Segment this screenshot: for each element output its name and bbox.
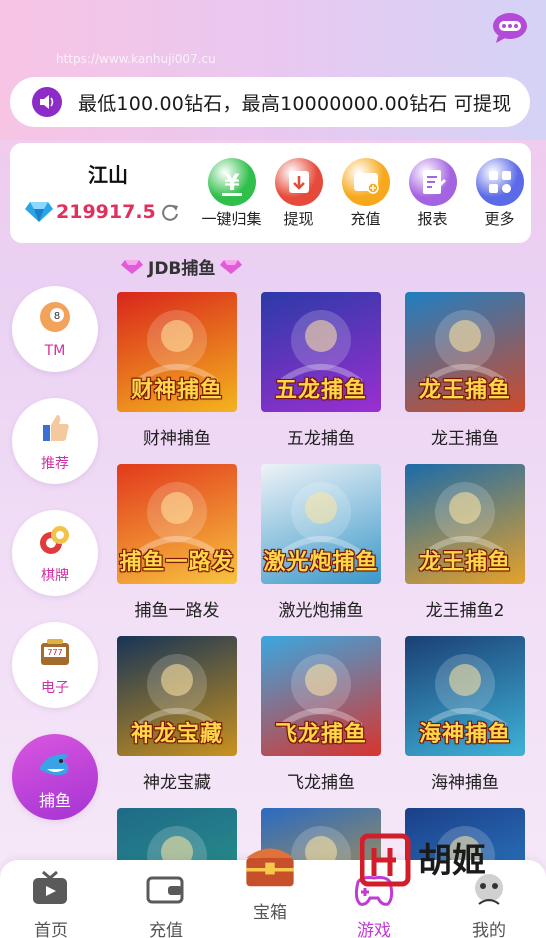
account-card: 江山 219917.5 ¥ 一键归集 提现 充值 报表 更多 [10, 143, 531, 243]
game-card[interactable]: 捕鱼一路发 捕鱼一路发 [117, 464, 237, 621]
category-label: 棋牌 [41, 568, 69, 584]
action-report[interactable]: 报表 [399, 158, 466, 229]
category-label: 捕鱼 [38, 791, 71, 810]
section-title: JDB捕鱼 [116, 254, 247, 279]
game-art-title: 海神捕鱼 [418, 722, 511, 747]
game-name: 飞龙捕鱼 [287, 773, 355, 793]
game-art-title: 龙王捕鱼 [418, 550, 511, 575]
logo-text: 胡姬 [418, 841, 486, 881]
svg-text:8: 8 [54, 311, 60, 322]
game-name: 财神捕鱼 [143, 429, 211, 449]
game-thumbnail: 飞龙捕鱼 [261, 636, 381, 756]
game-card[interactable]: 财神捕鱼 财神捕鱼 [117, 292, 237, 449]
announcement-marquee[interactable]: 最低100.00钻石，最高10000000.00钻石 可提现 [10, 77, 530, 127]
billiard-ball-icon: 8 [35, 299, 75, 341]
category-label: TM [44, 343, 66, 359]
username: 江山 [88, 163, 128, 187]
game-name: 神龙宝藏 [143, 773, 211, 793]
tab-label: 首页 [34, 921, 68, 938]
action-more[interactable]: 更多 [466, 158, 533, 229]
brand-logo-watermark: 胡姬 [360, 833, 486, 887]
game-art-title: 捕鱼一路发 [119, 550, 235, 575]
svg-text:¥: ¥ [224, 171, 240, 196]
game-card[interactable]: 五龙捕鱼 五龙捕鱼 [261, 292, 381, 449]
shark-icon [35, 743, 75, 785]
announcement-text: 最低100.00钻石，最高10000000.00钻石 可提现 [78, 92, 512, 115]
tab-label: 宝箱 [253, 903, 287, 923]
category-label: 推荐 [41, 456, 69, 472]
category-4[interactable]: 捕鱼 [12, 734, 98, 820]
category-0[interactable]: 8 TM [12, 286, 98, 372]
tv-icon [29, 868, 73, 912]
game-name: 龙王捕鱼2 [425, 601, 505, 621]
game-thumbnail: 五龙捕鱼 [261, 292, 381, 412]
game-card[interactable]: 激光炮捕鱼 激光炮捕鱼 [261, 464, 381, 621]
more-icon [475, 158, 524, 206]
action-label: 提现 [283, 210, 314, 228]
game-name: 龙王捕鱼 [431, 429, 499, 449]
customer-service-button[interactable] [490, 10, 530, 44]
game-art-title: 飞龙捕鱼 [274, 722, 367, 747]
game-card[interactable]: 海神捕鱼 海神捕鱼 [405, 636, 525, 793]
game-name: 五龙捕鱼 [287, 429, 355, 449]
balance-value: 219917.5 [56, 201, 156, 223]
action-label: 充值 [350, 210, 381, 228]
game-art-title: 激光炮捕鱼 [263, 550, 379, 575]
game-thumbnail: 海神捕鱼 [405, 636, 525, 756]
game-card[interactable]: 龙王捕鱼 龙王捕鱼 [405, 292, 525, 449]
treasure-chest-icon [244, 840, 296, 894]
category-1[interactable]: 推荐 [12, 398, 98, 484]
action-label: 一键归集 [201, 210, 262, 228]
game-name: 捕鱼一路发 [134, 601, 220, 621]
game-thumbnail: 神龙宝藏 [117, 636, 237, 756]
pink-diamond-icon [220, 259, 243, 274]
thumbs-up-icon [35, 409, 75, 451]
tab-label: 充值 [149, 921, 183, 938]
category-label: 电子 [41, 680, 69, 696]
withdraw-icon [274, 158, 323, 206]
wallet-icon [341, 158, 390, 206]
action-yen[interactable]: ¥ 一键归集 [198, 158, 265, 229]
action-withdraw[interactable]: 提现 [265, 158, 332, 229]
game-card[interactable]: 神龙宝藏 神龙宝藏 [117, 636, 237, 793]
category-2[interactable]: 棋牌 [12, 510, 98, 596]
game-thumbnail: 龙王捕鱼 [405, 464, 525, 584]
yen-icon: ¥ [207, 158, 256, 206]
action-label: 更多 [484, 210, 515, 228]
game-card[interactable]: 飞龙捕鱼 飞龙捕鱼 [261, 636, 381, 793]
game-thumbnail: 财神捕鱼 [117, 292, 237, 412]
balance-row: 219917.5 [24, 201, 180, 223]
report-icon [408, 158, 457, 206]
poker-chips-icon [35, 521, 75, 563]
pink-diamond-icon [121, 259, 143, 274]
svg-text:777: 777 [47, 648, 62, 657]
game-card[interactable]: 龙王捕鱼龙王捕鱼2 [405, 464, 525, 621]
tab-wallet[interactable]: 充值 [121, 868, 211, 938]
game-art-title: 龙王捕鱼 [418, 378, 511, 403]
game-name: 激光炮捕鱼 [278, 601, 364, 621]
wallet-icon [144, 868, 188, 912]
game-art-title: 神龙宝藏 [130, 722, 223, 747]
tab-tv[interactable]: 首页 [6, 868, 96, 938]
refresh-icon[interactable] [160, 202, 180, 222]
game-thumbnail: 激光炮捕鱼 [261, 464, 381, 584]
diamond-icon [25, 202, 53, 222]
section-title-text: JDB捕鱼 [148, 259, 216, 279]
tab-label: 我的 [472, 921, 506, 938]
slot-machine-icon: 777 [35, 633, 75, 675]
speaker-icon [32, 87, 62, 117]
game-art-title: 五龙捕鱼 [274, 378, 367, 403]
category-3[interactable]: 777 电子 [12, 622, 98, 708]
chat-bubble-icon [493, 13, 527, 43]
action-wallet[interactable]: 充值 [332, 158, 399, 229]
action-label: 报表 [417, 210, 448, 228]
game-thumbnail: 捕鱼一路发 [117, 464, 237, 584]
game-name: 海神捕鱼 [431, 773, 499, 793]
game-art-title: 财神捕鱼 [130, 378, 223, 403]
game-thumbnail: 龙王捕鱼 [405, 292, 525, 412]
tab-label: 游戏 [357, 921, 391, 938]
tab-treasure-chest[interactable]: 宝箱 [225, 848, 315, 923]
url-watermark: https://www.kanhuji007.cu [56, 52, 216, 66]
